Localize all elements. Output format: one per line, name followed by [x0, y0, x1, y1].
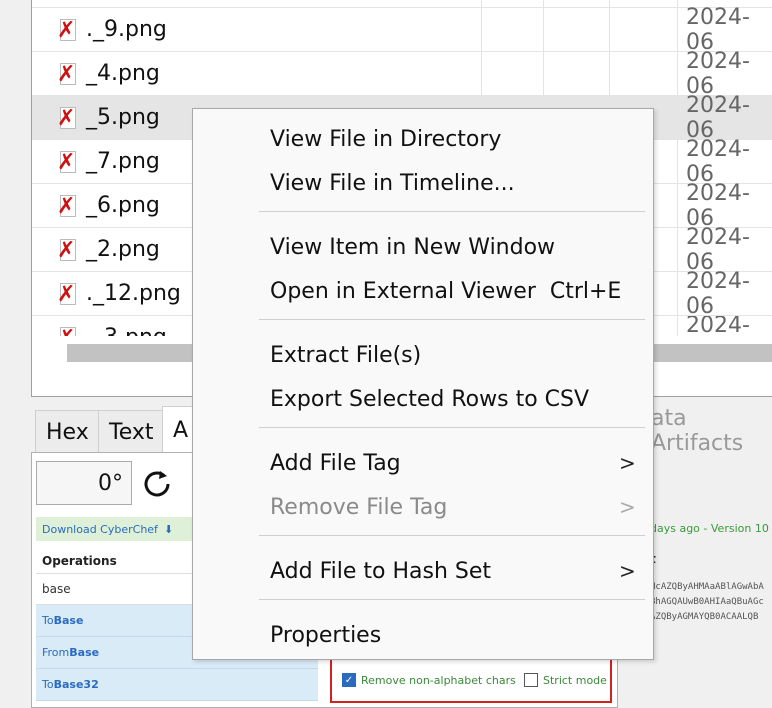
unchecked-icon [524, 673, 538, 687]
date-cell: 2024-06 [686, 4, 750, 55]
file-name: _6.png [86, 193, 160, 218]
menu-item-view-in-new-window[interactable]: View Item in New Window [193, 227, 653, 267]
tab-text[interactable]: Text [98, 410, 165, 453]
menu-item-add-to-hash-set[interactable]: Add File to Hash Set > [193, 551, 653, 591]
date-cell: 2024-06 [686, 316, 750, 336]
rotation-field[interactable]: 0° [36, 461, 132, 505]
date-cell: 2024-06 [686, 268, 750, 319]
date-cell: 2024-06 [686, 224, 750, 275]
file-name: _2.png [86, 237, 160, 262]
deleted-file-icon: ✗ [57, 17, 76, 43]
menu-item-view-in-timeline[interactable]: View File in Timeline... [193, 163, 653, 203]
deleted-file-icon: ✗ [57, 237, 76, 263]
date-cell: 2024-06 [686, 48, 750, 99]
menu-item-open-external-viewer[interactable]: Open in External Viewer Ctrl+E [193, 271, 653, 311]
menu-item-properties[interactable]: Properties [193, 615, 653, 655]
deleted-file-icon: ✗ [57, 281, 76, 307]
date-cell: 2024-06 [686, 92, 750, 143]
deleted-file-icon: ✗ [57, 193, 76, 219]
deleted-file-icon: ✗ [57, 61, 76, 87]
table-row[interactable]: ✗ _4.png 2024-06 [32, 48, 772, 99]
download-icon: ⬇ [163, 522, 174, 536]
tab-data-artifacts[interactable]: ata Artifacts [641, 406, 772, 456]
cyberchef-recipe-options: ✓ Remove non-alphabet chars Strict mode [330, 657, 612, 703]
file-name: _7.png [86, 149, 160, 174]
file-name-cell: ✗ _4.png [57, 52, 160, 95]
file-name-cell: ✗ _6.png [57, 184, 160, 227]
menu-separator [259, 599, 645, 600]
file-name: _5.png [86, 105, 160, 130]
checked-icon: ✓ [342, 673, 356, 687]
cyberchef-version-text: days ago - Version 10 is h [650, 522, 772, 535]
date-cell: 2024-06 [686, 136, 750, 187]
menu-separator [259, 211, 645, 212]
cyberchef-output: HcAZQByAHMAaABlAGwAbA BhAGQAUwB0AHIAaQBu… [650, 582, 764, 622]
menu-item-extract-files[interactable]: Extract File(s) [193, 335, 653, 375]
rotate-icon[interactable] [140, 467, 174, 501]
deleted-file-icon: ✗ [57, 149, 76, 175]
menu-separator [259, 535, 645, 536]
chevron-right-icon: > [619, 495, 636, 519]
table-row[interactable]: ✗ ._9.png 2024-06 [32, 4, 772, 55]
file-name: _4.png [86, 61, 160, 86]
file-name-cell: ✗ ._12.png [57, 272, 181, 315]
context-menu: View File in Directory View File in Time… [192, 108, 654, 660]
file-name-cell: ✗ _7.png [57, 140, 160, 183]
file-name-cell: ✗ _5.png [57, 96, 160, 139]
date-cell: 2024-06 [686, 180, 750, 231]
menu-item-export-csv[interactable]: Export Selected Rows to CSV [193, 379, 653, 419]
file-name-cell: ✗ ._9.png [57, 8, 167, 51]
menu-item-view-in-directory[interactable]: View File in Directory [193, 119, 653, 159]
operation-item: To Base32 [36, 669, 318, 701]
download-cyberchef-link: Download CyberChef [42, 522, 158, 536]
deleted-file-icon: ✗ [57, 105, 76, 131]
menu-separator [259, 319, 645, 320]
chevron-right-icon: > [619, 451, 636, 475]
remove-non-alpha-checkbox: ✓ Remove non-alphabet chars [342, 673, 516, 687]
file-name-cell: ✗ ._3.png [57, 316, 167, 336]
file-name-cell: ✗ _2.png [57, 228, 160, 271]
file-name: ._3.png [86, 325, 167, 336]
file-name: ._9.png [86, 17, 167, 42]
tab-hex[interactable]: Hex [35, 410, 100, 453]
menu-item-remove-file-tag: Remove File Tag > [270, 494, 636, 520]
strict-mode-checkbox: Strict mode [524, 673, 607, 687]
file-name: ._12.png [86, 281, 181, 306]
chevron-right-icon: > [619, 559, 636, 583]
menu-separator [259, 427, 645, 428]
menu-item-add-file-tag[interactable]: Add File Tag > [193, 443, 653, 483]
deleted-file-icon: ✗ [57, 326, 76, 336]
table-row[interactable] [32, 0, 772, 8]
